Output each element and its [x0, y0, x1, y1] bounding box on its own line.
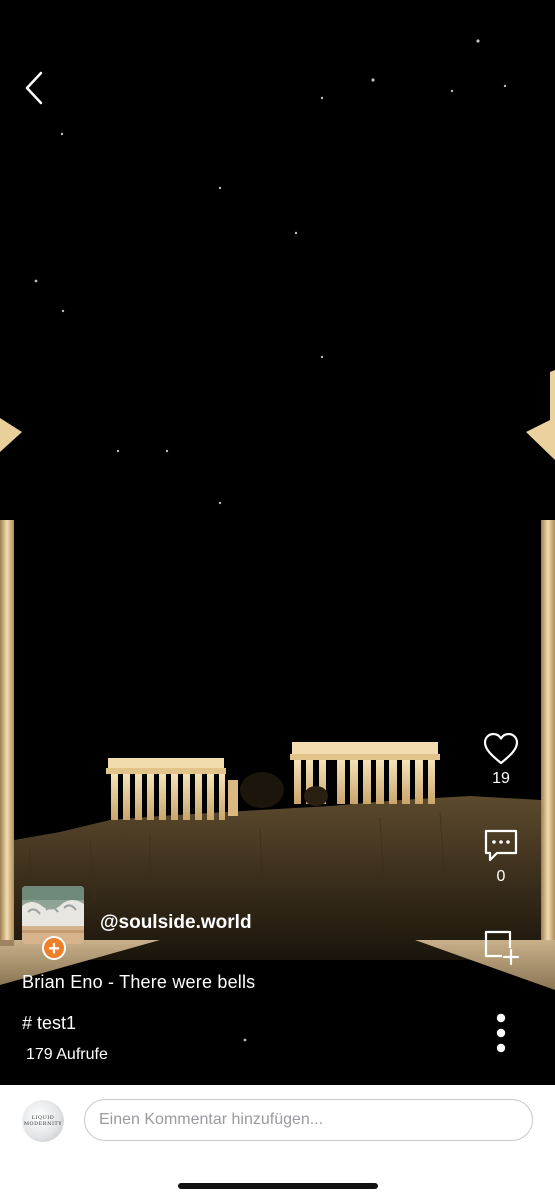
current-user-avatar[interactable]: LIQUID MODERNITY	[22, 1100, 64, 1142]
vertical-dots-icon	[496, 1013, 506, 1053]
more-options-button[interactable]	[471, 1012, 531, 1054]
comment-bar: LIQUID MODERNITY	[0, 1085, 555, 1200]
app-screen: 19 0 + @soulside.world Brian Eno - There…	[0, 0, 555, 1200]
follow-button[interactable]: +	[42, 936, 66, 960]
comment-input[interactable]	[84, 1099, 533, 1141]
add-to-collection-icon	[484, 930, 520, 966]
home-indicator	[178, 1183, 378, 1189]
author-username[interactable]: @soulside.world	[100, 912, 252, 934]
comment-button[interactable]: 0	[471, 828, 531, 886]
avatar-text: LIQUID MODERNITY	[23, 1115, 63, 1127]
view-count: 179 Aufrufe	[26, 1046, 108, 1063]
comment-count: 0	[496, 868, 506, 885]
like-button[interactable]: 19	[471, 732, 531, 788]
like-count: 19	[492, 770, 510, 787]
post-hashtag[interactable]: # test1	[22, 1013, 76, 1034]
chevron-left-icon	[25, 71, 43, 105]
speech-bubble-dots-icon	[484, 829, 518, 862]
author-avatar-wrap: +	[22, 886, 84, 960]
heart-outline-icon	[483, 732, 519, 765]
back-button[interactable]	[14, 66, 54, 110]
post-title: Brian Eno - There were bells	[22, 972, 256, 992]
save-button[interactable]	[471, 928, 531, 966]
plus-icon: +	[48, 938, 60, 960]
